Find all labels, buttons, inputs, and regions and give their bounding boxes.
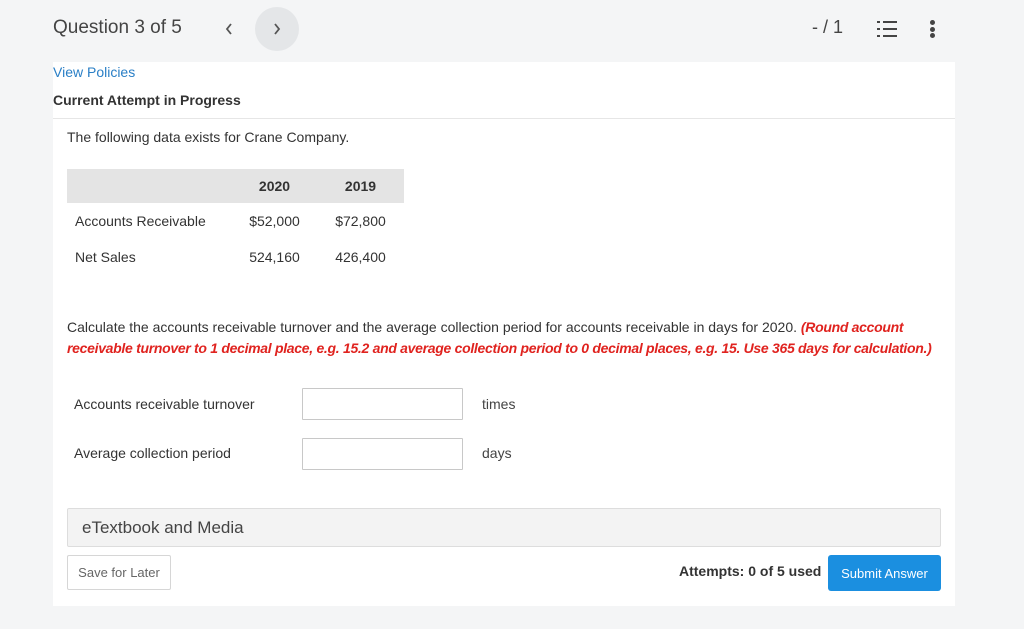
question-score: - / 1 [812, 17, 844, 37]
submit-answer-button[interactable]: Submit Answer [828, 555, 941, 591]
next-question-button[interactable] [255, 7, 299, 51]
question-intro: The following data exists for Crane Comp… [67, 129, 350, 145]
table-row: Net Sales 524,160 426,400 [67, 239, 404, 275]
table-header-row: 2020 2019 [67, 169, 404, 203]
attempt-status: Current Attempt in Progress [53, 92, 241, 108]
table-cell: Accounts Receivable [75, 213, 206, 229]
attempts-counter: Attempts: 0 of 5 used [679, 563, 822, 579]
dot [929, 26, 935, 32]
dot [929, 33, 935, 38]
collection-period-unit: days [482, 445, 512, 461]
table-cell: $72,800 [335, 213, 386, 229]
chevron-right-icon [274, 23, 281, 35]
table-row: Accounts Receivable $52,000 $72,800 [67, 203, 404, 239]
table-cell: 524,160 [249, 249, 300, 265]
collection-period-input[interactable] [302, 438, 463, 470]
question-instructions: Calculate the accounts receivable turnov… [67, 317, 939, 359]
dot [929, 20, 935, 25]
turnover-input[interactable] [302, 388, 463, 420]
top-bar: Question 3 of 5 - / 1 [0, 0, 1024, 60]
chevron-left-icon [225, 23, 232, 35]
table-header-cell [67, 169, 232, 203]
numbered-list-icon[interactable] [876, 18, 898, 40]
collection-period-label: Average collection period [74, 445, 231, 461]
table-cell: Net Sales [75, 249, 136, 265]
data-table: 2020 2019 Accounts Receivable $52,000 $7… [67, 169, 404, 275]
turnover-label: Accounts receivable turnover [74, 396, 255, 412]
question-panel: View Policies Current Attempt in Progres… [53, 62, 955, 606]
table-cell: 426,400 [335, 249, 386, 265]
previous-question-button[interactable] [212, 10, 246, 48]
etextbook-media-section[interactable]: eTextbook and Media [67, 508, 941, 547]
question-counter: Question 3 of 5 [53, 17, 182, 38]
turnover-unit: times [482, 396, 516, 412]
instruction-text: Calculate the accounts receivable turnov… [67, 319, 797, 335]
table-cell: $52,000 [249, 213, 300, 229]
save-for-later-button[interactable]: Save for Later [67, 555, 171, 590]
table-header-cell: 2020 [232, 169, 317, 203]
divider [53, 118, 955, 119]
vertical-ellipsis-icon[interactable] [922, 15, 942, 43]
view-policies-link[interactable]: View Policies [53, 64, 135, 80]
table-header-cell: 2019 [317, 169, 404, 203]
